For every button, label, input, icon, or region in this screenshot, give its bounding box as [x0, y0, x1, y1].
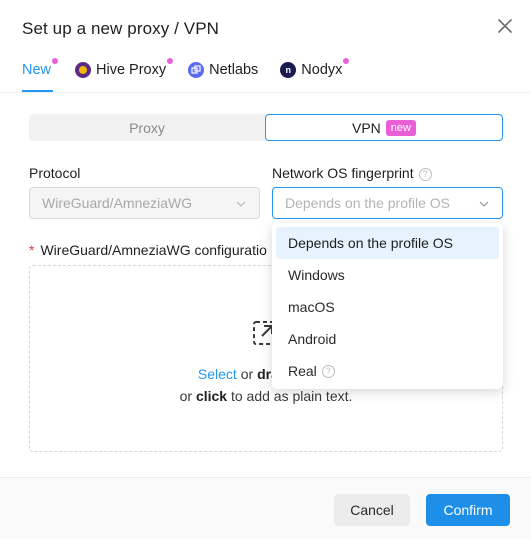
fingerprint-placeholder: Depends on the profile OS: [285, 195, 450, 211]
select-link[interactable]: Select: [198, 366, 237, 382]
protocol-value: WireGuard/AmneziaWG: [42, 195, 193, 211]
option-android[interactable]: Android: [276, 323, 499, 355]
config-label: WireGuard/AmneziaWG configuratio: [40, 242, 267, 258]
vpn-option-label: VPN: [352, 119, 381, 136]
option-real[interactable]: Real?: [276, 355, 499, 387]
option-label: Depends on the profile OS: [288, 235, 453, 251]
provider-tabs: New Hive Proxy Netlabs n Nodyx: [22, 58, 364, 82]
tab-label: Netlabs: [209, 62, 259, 78]
nodyx-icon: n: [280, 62, 297, 78]
proxy-option[interactable]: Proxy: [29, 114, 265, 141]
protocol-select[interactable]: WireGuard/AmneziaWG: [29, 187, 260, 219]
help-icon[interactable]: ?: [418, 167, 432, 181]
required-mark: *: [29, 242, 35, 258]
option-depends-on-profile-os[interactable]: Depends on the profile OS: [276, 227, 499, 259]
option-label: Windows: [288, 267, 345, 283]
new-indicator-dot: [343, 58, 350, 64]
new-indicator-dot: [52, 58, 59, 64]
new-badge: new: [385, 119, 416, 136]
proxy-option-label: Proxy: [129, 119, 165, 136]
tab-label: Hive Proxy: [96, 62, 167, 78]
dropzone-line-2: or click to add as plain text.: [30, 388, 502, 404]
dialog-title: Set up a new proxy / VPN: [22, 19, 220, 38]
fingerprint-label-row: Network OS fingerprint?: [272, 165, 432, 181]
tab-nodyx[interactable]: n Nodyx: [280, 58, 350, 82]
cancel-button[interactable]: Cancel: [334, 494, 410, 526]
close-icon[interactable]: [495, 16, 515, 36]
confirm-button[interactable]: Confirm: [426, 494, 510, 526]
or-text: or: [236, 366, 258, 382]
config-label-row: * WireGuard/AmneziaWG configuratio: [29, 242, 267, 258]
option-label: macOS: [288, 299, 335, 315]
chevron-down-icon: [236, 201, 246, 207]
protocol-label: Protocol: [29, 165, 81, 181]
tab-new[interactable]: New: [22, 58, 59, 82]
vpn-option[interactable]: VPN new: [265, 114, 503, 141]
fingerprint-dropdown: Depends on the profile OS Windows macOS …: [272, 223, 503, 389]
hive-icon: [75, 62, 92, 78]
option-label: Android: [288, 331, 337, 347]
tab-netlabs[interactable]: Netlabs: [188, 58, 258, 82]
tab-label: New: [22, 62, 52, 78]
fingerprint-select[interactable]: Depends on the profile OS: [272, 187, 503, 219]
tabs-divider: [0, 92, 531, 93]
tab-hive-proxy[interactable]: Hive Proxy: [75, 58, 174, 82]
click-text[interactable]: click: [196, 388, 227, 404]
connection-type-toggle: Proxy VPN new: [29, 114, 503, 141]
tab-label: Nodyx: [301, 62, 343, 78]
option-label: Real: [288, 363, 317, 379]
fingerprint-label: Network OS fingerprint: [272, 165, 414, 181]
or-text: or: [179, 388, 196, 404]
new-indicator-dot: [167, 58, 174, 64]
help-icon[interactable]: ?: [321, 364, 335, 378]
netlabs-icon: [188, 62, 205, 78]
option-macos[interactable]: macOS: [276, 291, 499, 323]
plain-text-hint: to add as plain text.: [227, 388, 353, 404]
chevron-down-icon: [479, 201, 489, 207]
option-windows[interactable]: Windows: [276, 259, 499, 291]
